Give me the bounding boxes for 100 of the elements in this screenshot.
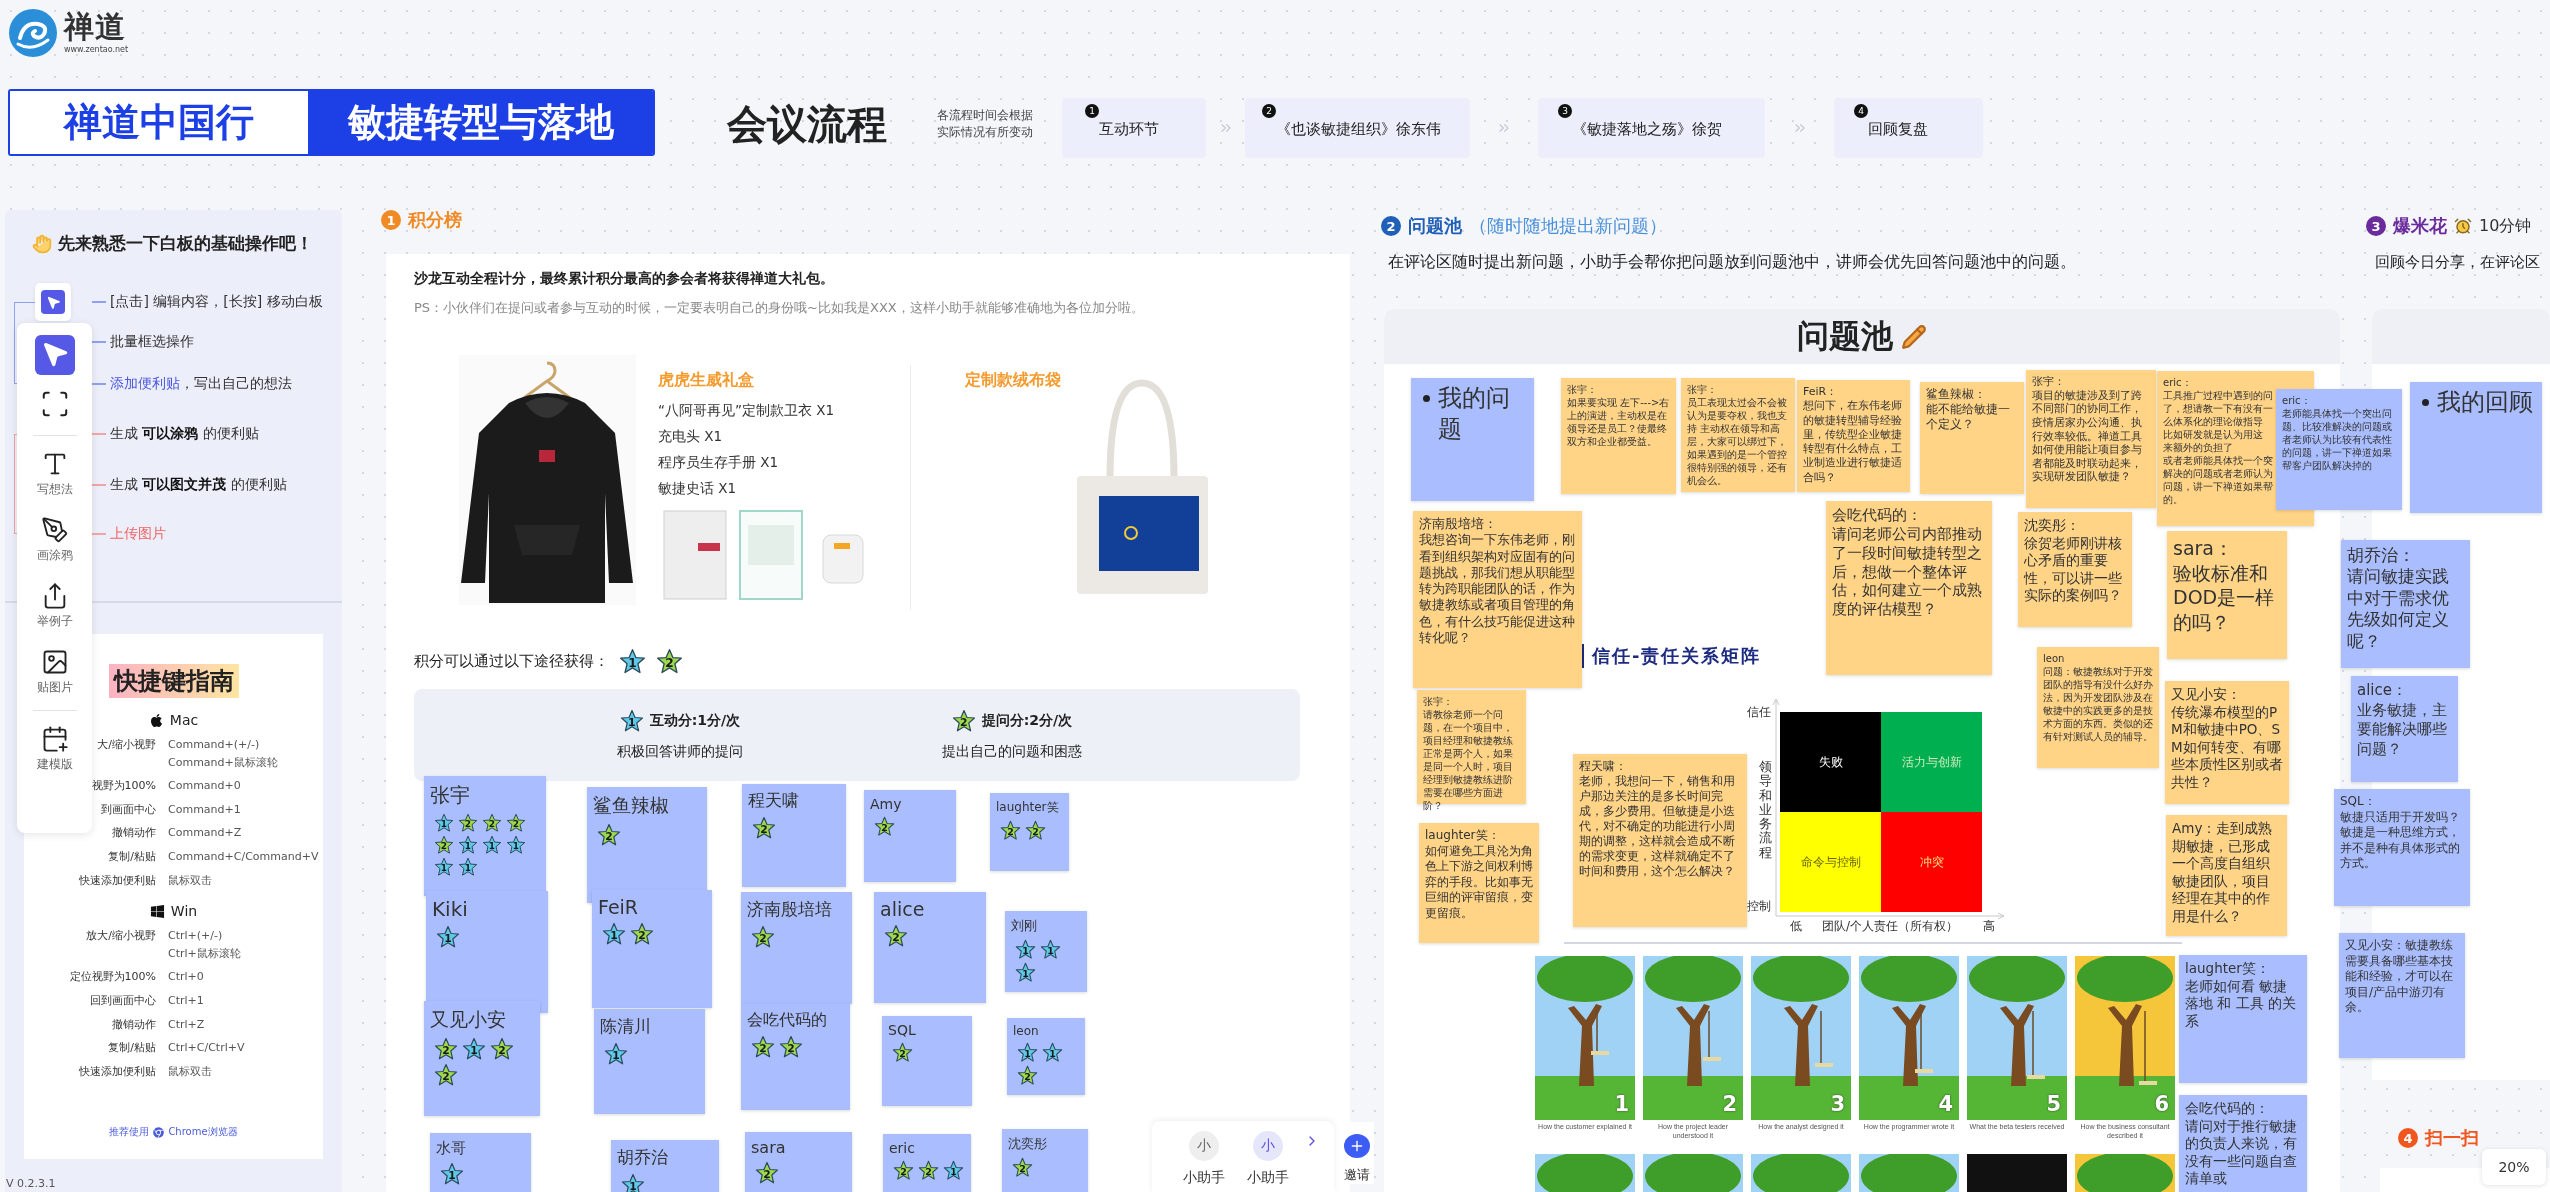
tool-button[interactable]: 贴图片	[34, 644, 75, 700]
name-note[interactable]: 张宇 1 2 2 2 2 1 1 1 1 1	[424, 776, 546, 896]
name-note[interactable]: 程天啸 2	[742, 784, 846, 887]
sticky-note[interactable]: Amy：走到成熟期敏捷，已形成一个高度自组织敏捷团队，项目经理在其中的作用是什么？	[2166, 815, 2287, 936]
sticky-note[interactable]: laughter笑： 如何避免工具沦为角色上下游之间权利博弈的手段。比如事无巨细的评审留痕，变更留痕。	[1419, 823, 1539, 943]
sticky-note[interactable]: leon 问题：敏捷教练对于开发团队的指导有没什么好办法，因为开发团队涉及在敏捷中的实践更多的是技术方面的东西。类似的还有针对测试人员的辅导。	[2037, 647, 2159, 768]
comic-number: 2	[1722, 1092, 1737, 1116]
sticky-note[interactable]: eric： 老师能具体找一个突出问题、比较准解决的问题或者老师认为比较有代表性的问题，讲一下禅道如果帮客户团队解决掉的	[2276, 389, 2402, 510]
name-note[interactable]: SQL 2	[882, 1016, 972, 1106]
name-note[interactable]: 会吃代码的 2 2	[741, 1004, 850, 1110]
section-number: 2	[1381, 216, 1401, 236]
note-text: 我的回顾	[2437, 387, 2533, 418]
shortcut-title: 快捷键指南	[108, 664, 239, 698]
player-name: laughter笑	[996, 799, 1060, 816]
name-note[interactable]: Amy 2	[864, 790, 956, 882]
note-text: 想问下，在东伟老师的敏捷转型辅导经验里，传统型企业敏捷转型有什么特点，工业制造业进行敏捷适合吗？	[1803, 399, 1903, 486]
name-note[interactable]: FeiR 1 2	[592, 890, 712, 1008]
star-badge: 2	[1000, 820, 1021, 841]
section-number: 3	[2366, 216, 2386, 236]
player-name: 济南殷培培	[747, 898, 833, 921]
star-badge: 1	[1017, 1042, 1038, 1063]
sticky-note[interactable]: 沈奕彤： 徐贺老师刚讲核心矛盾的重要性，可以讲一些实际的案例吗？	[2018, 512, 2132, 627]
tool-button[interactable]: 建模版	[34, 721, 75, 777]
sticky-note[interactable]: 张宇： 如果要实现 左下--->右上的演进，主动权是在领导还是员工？使最终双方和企业都受益。	[1561, 378, 1676, 494]
star-badge: 1	[1040, 939, 1061, 960]
pointer-icon	[41, 290, 65, 314]
name-note[interactable]: 胡乔治 1	[611, 1140, 719, 1192]
comic-number: 6	[2154, 1092, 2169, 1116]
step-label: 《敏捷落地之殇》徐贺	[1572, 120, 1722, 139]
tool-button[interactable]: 画涂鸦	[34, 512, 75, 568]
name-note[interactable]: laughter笑 2 2	[990, 793, 1069, 871]
matrix-quadrant: 活力与创新	[1881, 712, 1982, 812]
note-text: 我想咨询一下东伟老师，刚看到组织架构对应固有的问题挑战，那我们想从职能型转为跨职能团队的话，作为敏捷教练或者项目管理的角色，有什么技巧能促进这种转化呢？	[1419, 532, 1576, 646]
shortcut-action: 撤销动作	[112, 1016, 156, 1033]
sticky-note[interactable]: FeiR： 想问下，在东伟老师的敏捷转型辅导经验里，传统型企业敏捷转型有什么特点，工业制造业进行敏捷适合吗？	[1797, 380, 1910, 492]
axis-label: 信任	[1747, 704, 1771, 721]
sticky-note[interactable]: 鲨鱼辣椒： 能不能给敏捷一个定义？	[1920, 382, 2024, 494]
matrix-quadrant: 失败	[1780, 712, 1881, 812]
star-badge: 2	[893, 1160, 914, 1181]
star-badge: 1	[621, 1173, 645, 1192]
guide-title: 先来熟悉一下白板的基础操作吧！	[58, 232, 313, 255]
sticky-note[interactable]: 会吃代码的： 请问对于推行敏捷的负责人来说，有没有一些问题自查清单或	[2179, 1095, 2307, 1192]
note-line: 或者老师能具体找一个突	[2163, 454, 2273, 467]
step-label: 互动环节	[1099, 120, 1159, 139]
sticky-note[interactable]: 张宇： 项目的敏捷涉及到了跨不同部门的协同工作，疫情居家办公沟通、执行效率较低。禅道工具如何使用能让项目参与者都能及时联动起来，实现研发团队敏捷？	[2026, 370, 2156, 508]
hint-text: 批量框选操作	[110, 333, 194, 351]
sticky-note[interactable]: 济南殷培培： 我想咨询一下东伟老师，刚看到组织架构对应固有的问题挑战，那我们想从职能型转为跨职能团队的话，作为敏捷教练或者项目管理的角色，有什么技巧能促进这种转化呢？	[1413, 511, 1582, 688]
zoom-level[interactable]: 20%	[2482, 1149, 2546, 1185]
sticky-note[interactable]: alice： 业务敏捷，主要能解决哪些问题？	[2351, 676, 2458, 782]
note-author: alice：	[2357, 681, 2407, 701]
assistant-item[interactable]: 小 小助手	[1240, 1131, 1296, 1187]
tool-button[interactable]: 举例子	[34, 578, 75, 634]
hint-text: [点击] 编辑内容，[长按] 移动白板	[110, 293, 323, 311]
shortcut-keys: Command+Z	[168, 824, 323, 842]
prize-item: 敏捷史话 X1	[658, 479, 738, 498]
sticky-note[interactable]: laughter笑： 老师如何看 敏捷落地 和 工具 的关系	[2179, 955, 2307, 1083]
matrix-quadrant: 命令与控制	[1780, 812, 1881, 912]
note-line: 问题，讲一下禅道如果帮	[2163, 480, 2273, 493]
prize-title: 定制款绒布袋	[965, 370, 1061, 391]
sticky-note[interactable]: 胡乔治： 请问敏捷实践中对于需求优先级如何定义呢？	[2341, 540, 2470, 668]
section-title: 积分榜	[408, 208, 462, 232]
sticky-note[interactable]: 张宇： 员工表现太过会不会被认为是要夺权，我也支持 主动权在领导和高层，大家可以绑过下，如果遇到的是一个管控很特别强的领导，还有机会么。	[1681, 378, 1795, 492]
waving-hand-icon	[32, 233, 52, 254]
name-note[interactable]: sara 2	[745, 1132, 852, 1192]
name-note[interactable]: 水哥 1	[430, 1133, 531, 1192]
shortcut-action: 视野为100%	[91, 778, 156, 795]
points-rule: 互动分:1分/次	[649, 712, 741, 730]
star-badge: 2	[752, 816, 776, 840]
note-text: 请教徐老师一个问题，在一个项目中，项目经理和敏捷教练正常是两个人，如果是同一个人时，项目经理到敏捷教练进阶需要在哪些方面进阶？	[1423, 708, 1514, 812]
shortcut-action: 复制/粘贴	[108, 1040, 156, 1057]
note-text: Amy：走到成熟期敏捷，已形成一个高度自组织敏捷团队，项目经理在其中的作用是什么？	[2172, 820, 2274, 926]
note-author: SQL：	[2340, 794, 2376, 810]
name-note[interactable]: eric 2 2 1	[883, 1134, 971, 1192]
note-text: 员工表现太过会不会被认为是要夺权，我也支持 主动权在领导和高层，大家可以绑过下，如果遇到的是一个管控很特别强的领导，还有机会么。	[1687, 396, 1788, 487]
star-badge: 1	[619, 709, 644, 733]
name-note[interactable]: leon 1 1 2	[1007, 1018, 1085, 1095]
sticky-note[interactable]: 程天啸： 老师，我想问一下，销售和用户那边关注的是多长时间完成，多少费用。但敏捷是小迭代，对不确定的功能进行小周期的调整，这样就会造成不断的需求变更，这样就确定不了时间和费用，这个怎么解决？	[1573, 754, 1747, 927]
assistant-item[interactable]: 小 小助手	[1176, 1131, 1232, 1187]
name-note[interactable]: 济南殷培培 2	[741, 892, 852, 1004]
sticky-note[interactable]: SQL： 敏捷只适用于开发吗？敏捷是一种思维方式，并不是种有具体形式的方式。	[2334, 789, 2470, 906]
note-line: 么体系化的理论做指导	[2163, 415, 2263, 428]
sticky-note[interactable]: 我的回顾	[2410, 382, 2542, 513]
step-number: 3	[1558, 104, 1572, 118]
shortcut-keys: Ctrl+1	[168, 991, 323, 1010]
browser-name: Chrome浏览器	[168, 1125, 238, 1139]
sticky-note[interactable]: 又见小安：敏捷教练需要具备哪些基本技能和经验，才可以在项目/产品中游刃有余。	[2339, 933, 2465, 1058]
sticky-note[interactable]: 又见小安： 传统瀑布模型的PM和敏捷中PO、SM如何转变、有哪些本质性区别或者共性？	[2165, 681, 2289, 804]
os-name: Mac	[169, 712, 199, 728]
tool-button[interactable]: 写想法	[34, 446, 75, 502]
axis-label: 高	[1983, 918, 1995, 935]
version-label: V 0.2.3.1	[6, 1177, 56, 1190]
name-note[interactable]: 沈奕彤 2	[1002, 1129, 1088, 1192]
sticky-note[interactable]: 会吃代码的： 请问老师公司内部推动了一段时间敏捷转型之后，想做一个整体评估，如何建立一个成熟度的评估模型？	[1826, 501, 1992, 675]
sticky-note[interactable]: sara： 验收标准和DOD是一样的吗？	[2167, 531, 2287, 659]
shortcut-keys: Command+C/Command+V	[168, 847, 323, 866]
name-note[interactable]: 陈清川 1	[594, 1009, 705, 1114]
name-note[interactable]: alice 2	[874, 892, 986, 1003]
sticky-note[interactable]: 我的问题	[1411, 378, 1534, 501]
name-note[interactable]: 又见小安 2 1 2 2	[424, 1001, 540, 1116]
name-note[interactable]: 刘刚 1 1 1	[1005, 911, 1087, 992]
